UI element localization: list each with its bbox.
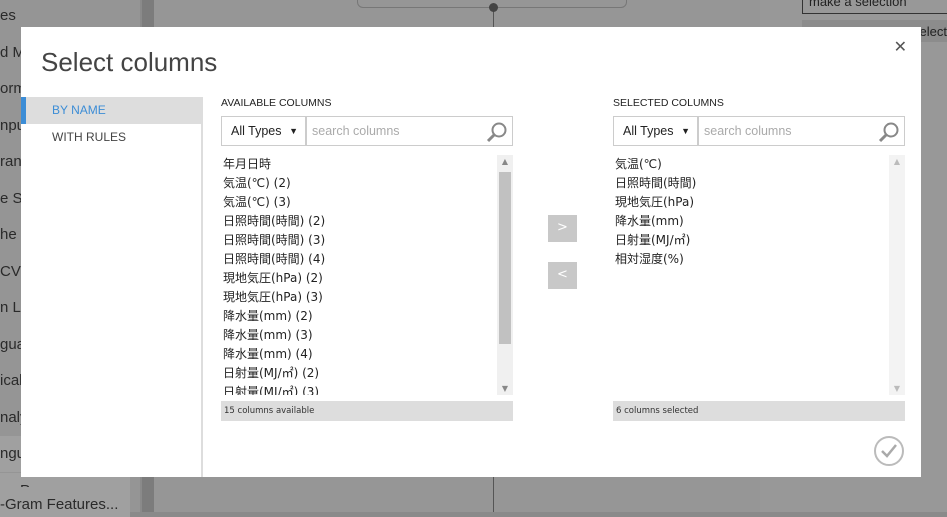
search-icon[interactable] bbox=[486, 121, 508, 143]
column-item[interactable]: 気温(℃) bbox=[613, 155, 905, 174]
dropdown-arrow-icon: ▼ bbox=[289, 126, 298, 136]
column-item[interactable]: 日射量(MJ/㎡) (3) bbox=[221, 383, 513, 395]
scroll-down-icon[interactable]: ▼ bbox=[497, 384, 513, 393]
available-header: AVAILABLE COLUMNS bbox=[221, 97, 332, 109]
column-item[interactable]: 相対湿度(%) bbox=[613, 250, 905, 269]
column-item[interactable]: 日射量(MJ/㎡) bbox=[613, 231, 905, 250]
column-item[interactable]: 日照時間(時間) bbox=[613, 174, 905, 193]
scroll-thumb[interactable] bbox=[499, 172, 511, 344]
scroll-up-icon[interactable]: ▲ bbox=[497, 157, 513, 166]
column-item[interactable]: 日照時間(時間) (2) bbox=[221, 212, 513, 231]
scroll-down-icon[interactable]: ▼ bbox=[889, 384, 905, 393]
type-label: All Types bbox=[623, 124, 674, 138]
available-search-input[interactable] bbox=[307, 117, 512, 145]
tab-by-name[interactable]: BY NAME bbox=[21, 97, 201, 124]
selected-header: SELECTED COLUMNS bbox=[613, 97, 724, 109]
column-item[interactable]: 日照時間(時間) (4) bbox=[221, 250, 513, 269]
selected-type-dropdown[interactable]: All Types ▼ bbox=[614, 117, 699, 145]
scrollbar[interactable]: ▲ ▼ bbox=[889, 155, 905, 395]
scroll-up-icon[interactable]: ▲ bbox=[889, 157, 905, 166]
type-label: All Types bbox=[231, 124, 282, 138]
connector-port bbox=[489, 3, 498, 12]
column-item[interactable]: 現地気圧(hPa) (2) bbox=[221, 269, 513, 288]
column-item[interactable]: 降水量(mm) (4) bbox=[221, 345, 513, 364]
select-columns-dialog: Select columns ✕ BY NAME WITH RULES AVAI… bbox=[21, 27, 921, 477]
available-columns-list: 年月日時 気温(℃) (2) 気温(℃) (3) 日照時間(時間) (2) 日照時間(時… bbox=[221, 155, 513, 395]
confirm-check-icon[interactable] bbox=[873, 435, 905, 467]
palette-item: -Gram Features... bbox=[0, 487, 130, 517]
column-item[interactable]: 気温(℃) (2) bbox=[221, 174, 513, 193]
close-icon[interactable]: ✕ bbox=[894, 37, 907, 56]
selected-search-input[interactable] bbox=[699, 117, 904, 145]
column-item[interactable]: 現地気圧(hPa) bbox=[613, 193, 905, 212]
available-count: 15 columns available bbox=[221, 401, 513, 421]
selected-columns-list: 気温(℃) 日照時間(時間) 現地気圧(hPa) 降水量(mm) 日射量(MJ/㎡) 相対… bbox=[613, 155, 905, 395]
properties-select: make a selection bbox=[802, 0, 947, 14]
selected-columns-panel: SELECTED COLUMNS All Types ▼ 気温(℃)日照時間(時間… bbox=[613, 97, 905, 421]
dialog-title: Select columns bbox=[41, 47, 218, 77]
column-item[interactable]: 気温(℃) (3) bbox=[221, 193, 513, 212]
column-item[interactable]: 現地気圧(hPa) (3) bbox=[221, 288, 513, 307]
available-columns-panel: AVAILABLE COLUMNS All Types▼ 年月日時気温(℃) (… bbox=[221, 97, 513, 421]
column-item[interactable]: 日照時間(時間) (3) bbox=[221, 231, 513, 250]
column-item[interactable]: 年月日時 bbox=[221, 155, 513, 174]
dropdown-arrow-icon: ▼ bbox=[681, 126, 690, 136]
remove-column-button[interactable]: < bbox=[548, 262, 577, 289]
column-item[interactable]: 降水量(mm) bbox=[613, 212, 905, 231]
selected-count: 6 columns selected bbox=[613, 401, 905, 421]
column-item[interactable]: 日射量(MJ/㎡) (2) bbox=[221, 364, 513, 383]
available-type-dropdown[interactable]: All Types ▼ bbox=[222, 117, 307, 145]
column-item[interactable]: 降水量(mm) (3) bbox=[221, 326, 513, 345]
mode-nav: BY NAME WITH RULES bbox=[21, 97, 203, 477]
add-column-button[interactable]: > bbox=[548, 215, 577, 242]
tab-with-rules[interactable]: WITH RULES bbox=[21, 124, 201, 151]
scrollbar[interactable]: ▲ ▼ bbox=[497, 155, 513, 395]
search-icon[interactable] bbox=[878, 121, 900, 143]
column-item[interactable]: 降水量(mm) (2) bbox=[221, 307, 513, 326]
